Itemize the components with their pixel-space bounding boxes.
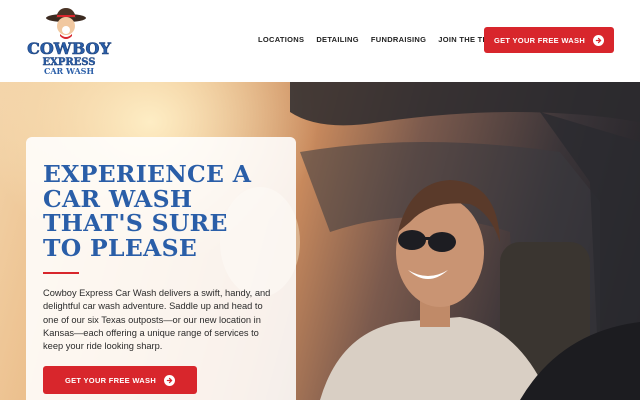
arrow-right-circle-icon [164,374,176,386]
arrow-right-circle-icon [593,34,605,46]
nav-item-detailing[interactable]: DETAILING [316,35,359,44]
cowboy-express-logo[interactable]: COWBOY EXPRESS CAR WASH [26,6,112,76]
nav-item-locations[interactable]: LOCATIONS [258,35,304,44]
main-nav: LOCATIONS DETAILING FUNDRAISING JOIN THE… [258,35,512,44]
hero-section: EXPERIENCE A CAR WASH THAT'S SURE TO PLE… [0,82,640,400]
hero-description: Cowboy Express Car Wash delivers a swift… [43,288,271,352]
hero-headline: EXPERIENCE A CAR WASH THAT'S SURE TO PLE… [43,162,283,260]
hero-free-wash-button[interactable]: GET YOUR FREE WASH [43,366,197,394]
hero-free-wash-label: GET YOUR FREE WASH [64,375,157,385]
hero-headline-line: EXPERIENCE A [43,160,252,188]
nav-item-fundraising[interactable]: FUNDRAISING [371,35,426,44]
header-free-wash-button[interactable]: GET YOUR FREE WASH [484,27,614,53]
logo-text-line1: COWBOY [27,39,111,58]
site-header: COWBOY EXPRESS CAR WASH LOCATIONS DETAIL… [0,0,640,82]
hero-headline-line: CAR WASH [43,184,193,213]
hero-divider [43,272,79,274]
header-free-wash-label: GET YOUR FREE WASH [493,35,586,45]
logo-text-line3: CAR WASH [44,66,94,76]
hero-headline-line: TO PLEASE [43,233,198,262]
hero-headline-line: THAT'S SURE [43,209,228,237]
